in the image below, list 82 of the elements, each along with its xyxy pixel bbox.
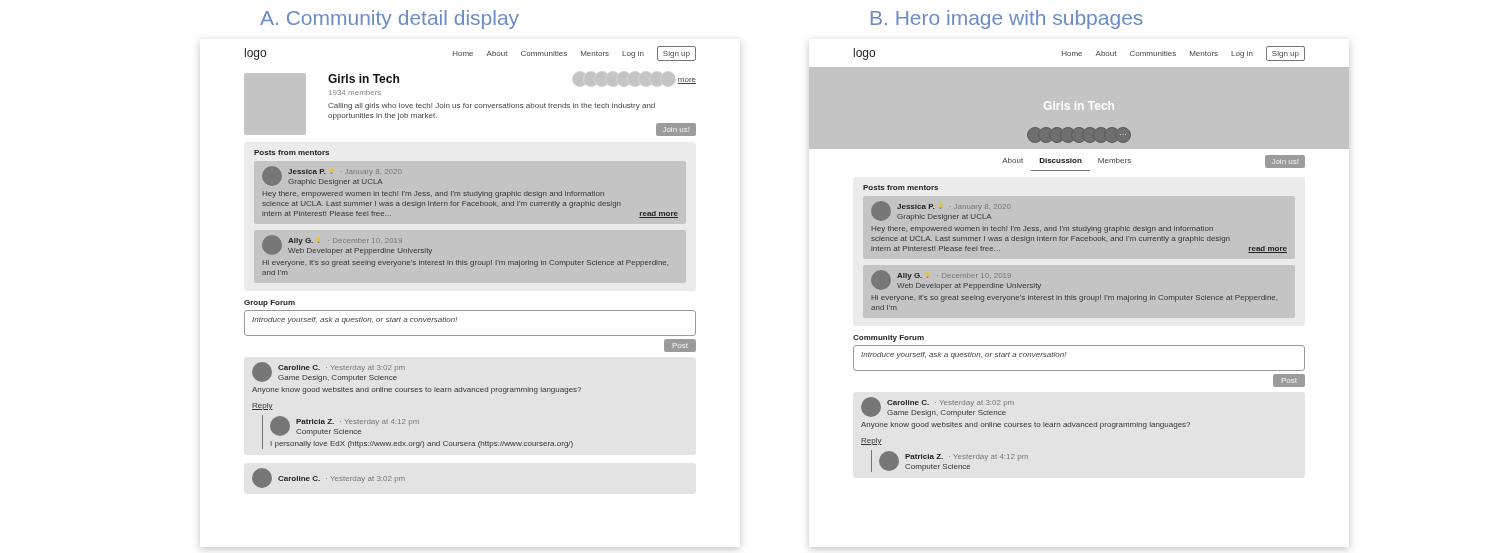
post-text: Hey there, empowered women in tech! I'm Jess, and I'm studying graphic design and information science at UCLA. Last summer I was a design intern for Facebook, and I'm currently a graphic design intern at Pinterest! Please feel free... [262,189,623,219]
comment-time: · Yesterday at 4:12 pm [948,451,1029,461]
community-name: Girls in Tech [328,72,400,86]
lightbulb-icon [327,167,335,175]
nav-link[interactable]: Mentors [580,48,610,58]
panel-heading: A. Community detail display [260,5,521,31]
author-name: Caroline C. [278,362,321,372]
comment-time: · Yesterday at 3:02 pm [325,473,406,483]
avatar [861,397,881,417]
comment-time: · Yesterday at 4:12 pm [339,416,420,426]
avatar [262,166,282,186]
more-link[interactable]: more [677,74,696,84]
author-role: Graphic Designer at UCLA [288,176,384,186]
message-input-field[interactable]: Introduce yourself, ask a question, or start a conversation! [244,310,696,336]
avatar [879,451,899,471]
post-text: Hi everyone, it's so great seeing everyone's interest in this group! I'm majoring in Computer Science at Pepperdine, and I'm [262,258,670,278]
lightbulb-icon [315,236,323,244]
author-name: Ally G. [897,270,923,280]
avatar [262,235,282,255]
logo-text[interactable]: logo [853,46,876,60]
sign-up-button[interactable]: Sign up [656,45,696,61]
post-text: Hi everyone, it's so great seeing everyone's interest in this group! I'm majoring in Computer Science at Pepperdine, and I'm [871,293,1279,313]
tab[interactable]: About [994,151,1032,171]
tab[interactable]: Members [1089,151,1140,171]
nav-link[interactable]: About [1095,48,1117,58]
reply-link[interactable]: Reply [252,401,273,410]
community-name: Girls in Tech [1043,99,1115,113]
author-name: Ally G. [288,235,314,245]
lightbulb-icon [936,202,944,210]
reply-link[interactable]: Reply [861,436,882,445]
post-date: · December 10, 2019 [327,235,403,245]
nav-link[interactable]: Log in [1231,48,1253,58]
avatar [871,201,891,221]
author-name: Patricia Z. [296,416,335,426]
nav-link[interactable]: Communities [1129,48,1177,58]
author-name: Caroline C. [887,397,930,407]
logo-text[interactable]: logo [244,46,267,60]
section-title: Posts from mentors [254,148,331,157]
member-avatars: ··· [1027,127,1131,143]
post-date: · January 8, 2020 [948,201,1011,211]
section-title: Posts from mentors [863,183,940,192]
author-role: Web Developer at Pepperdine University [288,245,433,255]
post-date: · December 10, 2019 [936,270,1012,280]
sign-up-button[interactable]: Sign up [1265,45,1305,61]
nav-link[interactable]: Communities [520,48,568,58]
avatar [270,416,290,436]
nav-link[interactable]: About [486,48,508,58]
read-more-link[interactable]: read more [1248,244,1287,254]
author-role: Computer Science [296,426,363,436]
author-name: Jessica P. [288,166,326,176]
member-count: 1934 members [328,88,383,97]
author-name: Jessica P. [897,201,935,211]
community-description: Calling all girls who love tech! Join us for conversations about trends in the tech industry and opportunities in the job market. [328,101,657,121]
comment-time: · Yesterday at 3:02 pm [325,362,406,372]
section-title: Community Forum [853,333,926,342]
nav-link[interactable]: Log in [622,48,644,58]
image-placeholder [244,73,306,135]
tab[interactable]: Discussion [1031,151,1090,171]
comment-text: Anyone know good websites and online courses to learn advanced programming languages? [861,420,1192,429]
author-role: Game Design, Computer Science [278,372,399,382]
message-input-field[interactable]: Introduce yourself, ask a question, or start a conversation! [853,345,1305,371]
panel-heading: B. Hero image with subpages [869,5,1145,31]
author-name: Caroline C. [278,473,321,483]
author-name: Patricia Z. [905,451,944,461]
avatar [871,270,891,290]
nav-link[interactable]: Mentors [1189,48,1219,58]
read-more-link[interactable]: read more [639,209,678,219]
author-role: Computer Science [905,461,972,471]
author-role: Game Design, Computer Science [887,407,1008,417]
comment-time: · Yesterday at 3:02 pm [934,397,1015,407]
comment-text: Anyone know good websites and online courses to learn advanced programming languages? [252,385,583,394]
nav-link[interactable]: Home [452,48,474,58]
reply-text: I personally love EdX (https://www.edx.org/) and Coursera (https://www.coursera.org/) [270,439,575,448]
author-role: Graphic Designer at UCLA [897,211,993,221]
author-role: Web Developer at Pepperdine University [897,280,1042,290]
avatar [252,362,272,382]
post-date: · January 8, 2020 [339,166,402,176]
post-text: Hey there, empowered women in tech! I'm Jess, and I'm studying graphic design and information science at UCLA. Last summer I was a design intern for Facebook, and I'm currently a graphic design intern at Pinterest! Please feel free... [871,224,1232,254]
section-title: Group Forum [244,298,297,307]
nav-link[interactable]: Home [1061,48,1083,58]
avatar [252,468,272,488]
lightbulb-icon [924,271,932,279]
